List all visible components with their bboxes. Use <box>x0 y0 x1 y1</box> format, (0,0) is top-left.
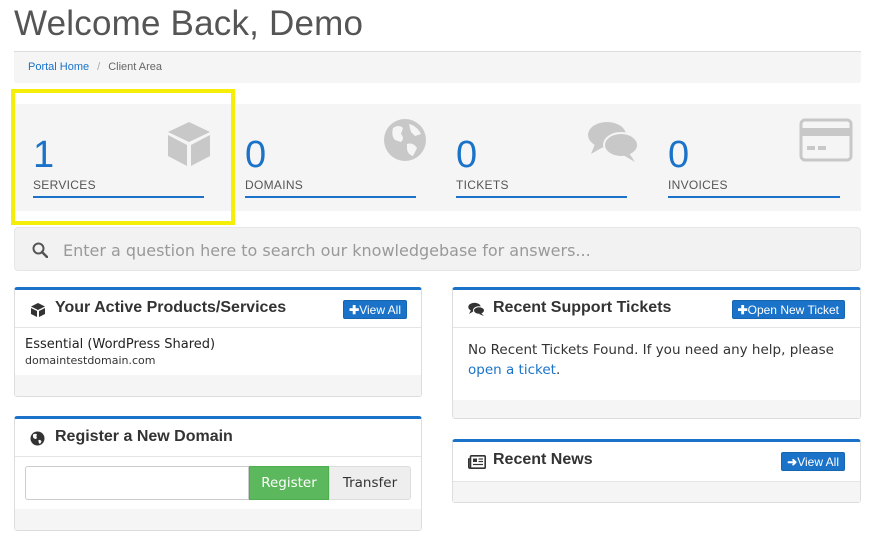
panel-title: Recent Support Tickets <box>493 299 672 316</box>
comments-icon <box>468 302 485 316</box>
tickets-label: TICKETS <box>456 178 509 192</box>
recent-news-panel: Recent News ➜View All <box>452 439 861 503</box>
stat-invoices[interactable]: 0 INVOICES <box>649 104 861 211</box>
breadcrumb-separator: / <box>97 61 101 73</box>
view-all-news-button[interactable]: ➜View All <box>781 452 845 471</box>
panel-footer <box>15 509 421 530</box>
open-new-ticket-button[interactable]: ✚Open New Ticket <box>731 300 845 319</box>
globe-icon <box>30 431 45 446</box>
search-icon <box>32 242 48 258</box>
newspaper-icon <box>468 455 486 469</box>
panel-title: Recent News <box>493 451 593 468</box>
panel-header: Register a New Domain <box>15 419 421 457</box>
stat-tickets[interactable]: 0 TICKETS <box>437 104 648 211</box>
stat-domains[interactable]: 0 DOMAINS <box>226 104 436 211</box>
open-ticket-link[interactable]: open a ticket <box>468 362 556 378</box>
panel-header: Recent Support Tickets ✚Open New Ticket <box>453 290 860 328</box>
cube-icon <box>31 303 45 317</box>
no-tickets-message: No Recent Tickets Found. If you need any… <box>468 342 834 378</box>
panel-title: Register a New Domain <box>55 428 233 445</box>
domains-underline <box>245 196 416 198</box>
product-name[interactable]: Essential (WordPress Shared) <box>25 337 215 352</box>
transfer-button[interactable]: Transfer <box>329 466 411 500</box>
breadcrumb: Portal Home / Client Area <box>14 52 861 83</box>
view-all-products-button[interactable]: ✚View All <box>343 300 407 319</box>
knowledgebase-search <box>14 227 861 271</box>
panel-footer <box>453 482 860 502</box>
register-button[interactable]: Register <box>249 466 329 500</box>
panel-title: Your Active Products/Services <box>55 299 287 316</box>
domains-label: DOMAINS <box>245 178 304 192</box>
arrow-right-icon: ➜ <box>787 455 798 469</box>
product-domain: domaintestdomain.com <box>25 354 156 367</box>
comments-icon <box>588 122 639 162</box>
knowledgebase-search-input[interactable] <box>63 236 843 264</box>
panel-header: Recent News ➜View All <box>453 442 860 482</box>
globe-icon <box>384 119 426 161</box>
invoices-underline <box>668 196 840 198</box>
breadcrumb-current: Client Area <box>108 61 163 73</box>
plus-icon: ✚ <box>737 303 748 317</box>
services-highlight-box <box>11 89 235 225</box>
panel-footer <box>15 375 421 396</box>
register-domain-panel: Register a New Domain Register Transfer <box>14 416 422 531</box>
recent-tickets-panel: Recent Support Tickets ✚Open New Ticket … <box>452 287 861 419</box>
tickets-underline <box>456 196 627 198</box>
page-title: Welcome Back, Demo <box>14 4 364 43</box>
panel-footer <box>453 400 860 418</box>
active-products-panel: Your Active Products/Services ✚View All … <box>14 287 422 397</box>
breadcrumb-home-link[interactable]: Portal Home <box>28 61 89 73</box>
plus-icon: ✚ <box>349 303 360 317</box>
panel-header: Your Active Products/Services ✚View All <box>15 290 421 328</box>
domain-search-input[interactable] <box>25 466 249 500</box>
credit-card-icon <box>799 118 853 162</box>
invoices-label: INVOICES <box>668 178 728 192</box>
domains-count: 0 <box>245 134 267 176</box>
invoices-count: 0 <box>668 134 690 176</box>
tickets-count: 0 <box>456 134 478 176</box>
